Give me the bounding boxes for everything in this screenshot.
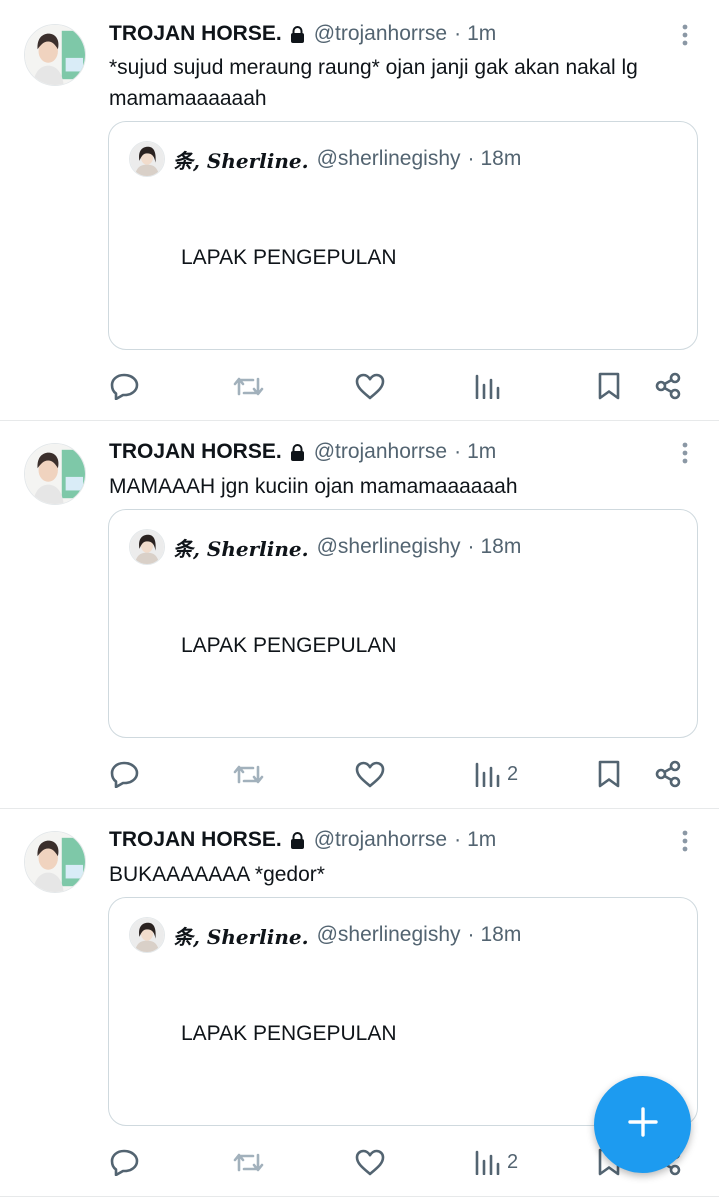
quoted-tweet-text: LAPAK PENGEPULAN (181, 246, 397, 269)
heart-icon (355, 761, 385, 788)
more-options-icon[interactable] (673, 20, 697, 50)
author-avatar[interactable] (24, 24, 86, 86)
retweet-icon (232, 761, 265, 788)
quoted-tweet-text: LAPAK PENGEPULAN (181, 634, 397, 657)
bookmark-icon (597, 759, 621, 789)
separator-dot: · (454, 440, 462, 463)
quoted-timestamp: 18m (480, 535, 522, 558)
bookmark-button[interactable] (597, 366, 621, 406)
reply-icon (110, 1148, 140, 1176)
reply-button[interactable] (110, 366, 147, 406)
share-button[interactable] (654, 754, 682, 794)
reply-button[interactable] (110, 754, 147, 794)
tweet-actions (0, 366, 719, 406)
like-button[interactable] (355, 754, 392, 794)
quoted-author-avatar (129, 917, 165, 953)
retweet-icon (232, 373, 265, 400)
separator-dot: · (454, 22, 462, 45)
author-name[interactable]: TROJAN HORSE. (109, 440, 282, 464)
more-options-icon[interactable] (673, 438, 697, 468)
views-button[interactable]: 2 (474, 754, 518, 794)
lock-icon (290, 25, 305, 43)
author-avatar[interactable] (24, 831, 86, 893)
lock-icon (290, 831, 305, 849)
tweet-text: BUKAAAAAAA *gedor* (109, 863, 325, 886)
timeline-feed: TROJAN HORSE. @trojanhorrse · 1m *sujud … (0, 0, 719, 1197)
tweet-header: TROJAN HORSE. @trojanhorrse · 1m (109, 436, 659, 468)
compose-button[interactable] (594, 1076, 691, 1173)
author-handle[interactable]: @trojanhorrse (314, 22, 447, 46)
quoted-tweet-header: 条, Sherline. @sherlinegishy · 18m (129, 140, 521, 178)
views-count: 2 (507, 762, 519, 785)
analytics-icon (474, 1149, 500, 1175)
share-icon (654, 760, 682, 788)
quoted-author-avatar (129, 141, 165, 177)
tweet[interactable]: TROJAN HORSE. @trojanhorrse · 1m MAMAAAH… (0, 421, 719, 809)
separator-dot: · (467, 923, 475, 946)
quoted-tweet-text: LAPAK PENGEPULAN (181, 1022, 397, 1045)
reply-icon (110, 760, 140, 788)
retweet-icon (232, 1149, 265, 1176)
author-avatar[interactable] (24, 443, 86, 505)
tweet-text: MAMAAAH jgn kuciin ojan mamamaaaaaah (109, 475, 518, 498)
plus-icon (627, 1106, 659, 1143)
tweet-header: TROJAN HORSE. @trojanhorrse · 1m (109, 824, 659, 856)
quoted-tweet-header: 条, Sherline. @sherlinegishy · 18m (129, 528, 521, 566)
tweet-text: *sujud sujud meraung raung* ojan janji g… (109, 56, 638, 110)
quoted-tweet-header: 条, Sherline. @sherlinegishy · 18m (129, 916, 521, 954)
heart-icon (355, 1149, 385, 1176)
like-button[interactable] (355, 1142, 392, 1182)
separator-dot: · (467, 147, 475, 170)
quoted-author-handle: @sherlinegishy (316, 923, 461, 946)
retweet-button[interactable] (232, 754, 272, 794)
views-button[interactable]: 2 (474, 1142, 518, 1182)
analytics-icon (474, 373, 500, 399)
reply-icon (110, 372, 140, 400)
reply-button[interactable] (110, 1142, 147, 1182)
heart-icon (355, 373, 385, 400)
author-name[interactable]: TROJAN HORSE. (109, 22, 282, 46)
analytics-icon (474, 761, 500, 787)
like-button[interactable] (355, 366, 392, 406)
quoted-tweet[interactable]: 条, Sherline. @sherlinegishy · 18m LAPAK … (108, 509, 698, 738)
retweet-button[interactable] (232, 366, 272, 406)
views-count: 2 (507, 1150, 519, 1173)
quoted-author-handle: @sherlinegishy (316, 147, 461, 170)
quoted-author-name: 条, Sherline. (173, 536, 309, 561)
quoted-author-handle: @sherlinegishy (316, 535, 461, 558)
tweet-actions: 2 (0, 754, 719, 794)
quoted-author-avatar (129, 529, 165, 565)
tweet-timestamp[interactable]: 1m (467, 22, 496, 46)
tweet-timestamp[interactable]: 1m (467, 828, 496, 852)
separator-dot: · (467, 535, 475, 558)
share-icon (654, 372, 682, 400)
share-button[interactable] (654, 366, 682, 406)
author-handle[interactable]: @trojanhorrse (314, 440, 447, 464)
bookmark-icon (597, 371, 621, 401)
separator-dot: · (454, 828, 462, 851)
lock-icon (290, 443, 305, 461)
tweet[interactable]: TROJAN HORSE. @trojanhorrse · 1m *sujud … (0, 0, 719, 421)
more-options-icon[interactable] (673, 826, 697, 856)
bookmark-button[interactable] (597, 754, 621, 794)
tweet-header: TROJAN HORSE. @trojanhorrse · 1m (109, 18, 659, 50)
quoted-timestamp: 18m (480, 147, 522, 170)
quoted-author-name: 条, Sherline. (173, 148, 309, 173)
views-button[interactable] (474, 366, 507, 406)
author-name[interactable]: TROJAN HORSE. (109, 828, 282, 852)
retweet-button[interactable] (232, 1142, 272, 1182)
quoted-tweet[interactable]: 条, Sherline. @sherlinegishy · 18m LAPAK … (108, 121, 698, 350)
author-handle[interactable]: @trojanhorrse (314, 828, 447, 852)
quoted-timestamp: 18m (480, 923, 522, 946)
quoted-author-name: 条, Sherline. (173, 924, 309, 949)
tweet-timestamp[interactable]: 1m (467, 440, 496, 464)
